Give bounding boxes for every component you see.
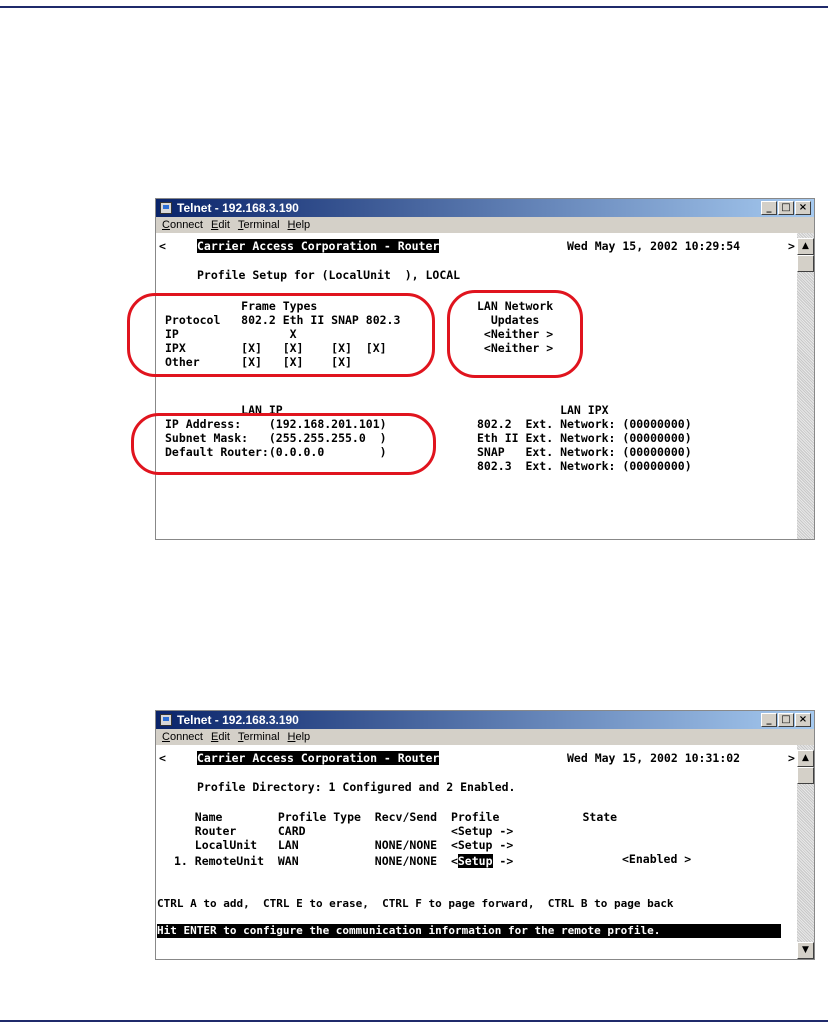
window-titlebar[interactable]: Telnet - 192.168.3.190 _ □ × <box>156 711 814 729</box>
scroll-up-icon[interactable]: ▲ <box>797 750 814 767</box>
terminal-screen[interactable]: < Carrier Access Corporation - Router We… <box>156 745 797 959</box>
key-help-line: CTRL A to add, CTRL E to erase, CTRL F t… <box>157 897 674 910</box>
menu-terminal[interactable]: Terminal <box>238 729 280 745</box>
scroll-down-icon[interactable]: ▼ <box>797 942 814 959</box>
remoteunit-row-text: 1. RemoteUnit WAN NONE/NONE < <box>174 854 458 868</box>
setup-arrow-text: -> <box>492 854 514 868</box>
vertical-scrollbar[interactable]: ▲ ▼ <box>797 745 814 959</box>
minimize-icon[interactable]: _ <box>761 713 777 727</box>
menu-connect[interactable]: Connect <box>162 217 203 233</box>
header-banner: Carrier Access Corporation - Router <box>197 239 440 253</box>
menu-bar: Connect Edit Terminal Help <box>156 217 814 233</box>
scroll-right-marker: > <box>788 239 795 253</box>
header-datetime: Wed May 15, 2002 10:31:02 <box>567 751 741 765</box>
window-title: Telnet - 192.168.3.190 <box>177 201 299 215</box>
maximize-icon[interactable]: □ <box>778 713 794 727</box>
window-title: Telnet - 192.168.3.190 <box>177 713 299 727</box>
directory-header-row: Name Profile Type Recv/Send Profile Stat… <box>174 810 618 824</box>
menu-edit[interactable]: Edit <box>211 217 230 233</box>
ipx-snap-network-field[interactable]: SNAP Ext. Network: (00000000) <box>477 445 692 459</box>
header-datetime: Wed May 15, 2002 10:29:54 <box>567 239 741 253</box>
maximize-icon[interactable]: □ <box>778 201 794 215</box>
close-icon[interactable]: × <box>795 201 811 215</box>
menu-connect[interactable]: Connect <box>162 729 203 745</box>
scroll-left-marker: < <box>159 751 166 765</box>
annotation-lan-network-updates <box>447 290 583 378</box>
directory-row-localunit[interactable]: LocalUnit LAN NONE/NONE <Setup -> <box>174 838 514 852</box>
ipx-8022-network-field[interactable]: 802.2 Ext. Network: (00000000) <box>477 417 692 431</box>
close-icon[interactable]: × <box>795 713 811 727</box>
terminal-screen[interactable]: < Carrier Access Corporation - Router We… <box>156 233 797 539</box>
scroll-thumb[interactable] <box>797 255 814 272</box>
ipx-ethii-network-field[interactable]: Eth II Ext. Network: (00000000) <box>477 431 692 445</box>
scroll-thumb[interactable] <box>797 767 814 784</box>
telnet-app-icon[interactable] <box>160 714 172 726</box>
annotation-lan-ip <box>131 413 436 475</box>
screen-heading: Profile Setup for (LocalUnit ), LOCAL <box>197 268 461 282</box>
directory-row-remoteunit[interactable]: 1. RemoteUnit WAN NONE/NONE <Setup -> <box>174 852 513 870</box>
ipx-8023-network-field[interactable]: 802.3 Ext. Network: (00000000) <box>477 459 692 473</box>
top-rule <box>0 6 828 8</box>
menu-terminal[interactable]: Terminal <box>238 217 280 233</box>
annotation-frame-types <box>127 293 435 377</box>
header-banner: Carrier Access Corporation - Router <box>197 751 440 765</box>
setup-selected-cursor[interactable]: Setup <box>457 854 493 868</box>
remoteunit-state-selector[interactable]: <Enabled > <box>622 852 691 866</box>
minimize-icon[interactable]: _ <box>761 201 777 215</box>
menu-help[interactable]: Help <box>288 729 311 745</box>
vertical-scrollbar[interactable]: ▲ <box>797 233 814 539</box>
scroll-up-icon[interactable]: ▲ <box>797 238 814 255</box>
scroll-left-marker: < <box>159 239 166 253</box>
telnet-app-icon[interactable] <box>160 202 172 214</box>
window-titlebar[interactable]: Telnet - 192.168.3.190 _ □ × <box>156 199 814 217</box>
screen-heading: Profile Directory: 1 Configured and 2 En… <box>197 780 516 794</box>
scroll-right-marker: > <box>788 751 795 765</box>
telnet-window-profile-directory: Telnet - 192.168.3.190 _ □ × Connect Edi… <box>155 710 815 960</box>
status-line: Hit ENTER to configure the communication… <box>157 924 781 938</box>
menu-help[interactable]: Help <box>288 217 311 233</box>
bottom-rule <box>0 1020 828 1022</box>
menu-edit[interactable]: Edit <box>211 729 230 745</box>
directory-row-router[interactable]: Router CARD <Setup -> <box>174 824 514 838</box>
lan-ipx-heading: LAN IPX <box>477 403 609 417</box>
menu-bar: Connect Edit Terminal Help <box>156 729 814 745</box>
